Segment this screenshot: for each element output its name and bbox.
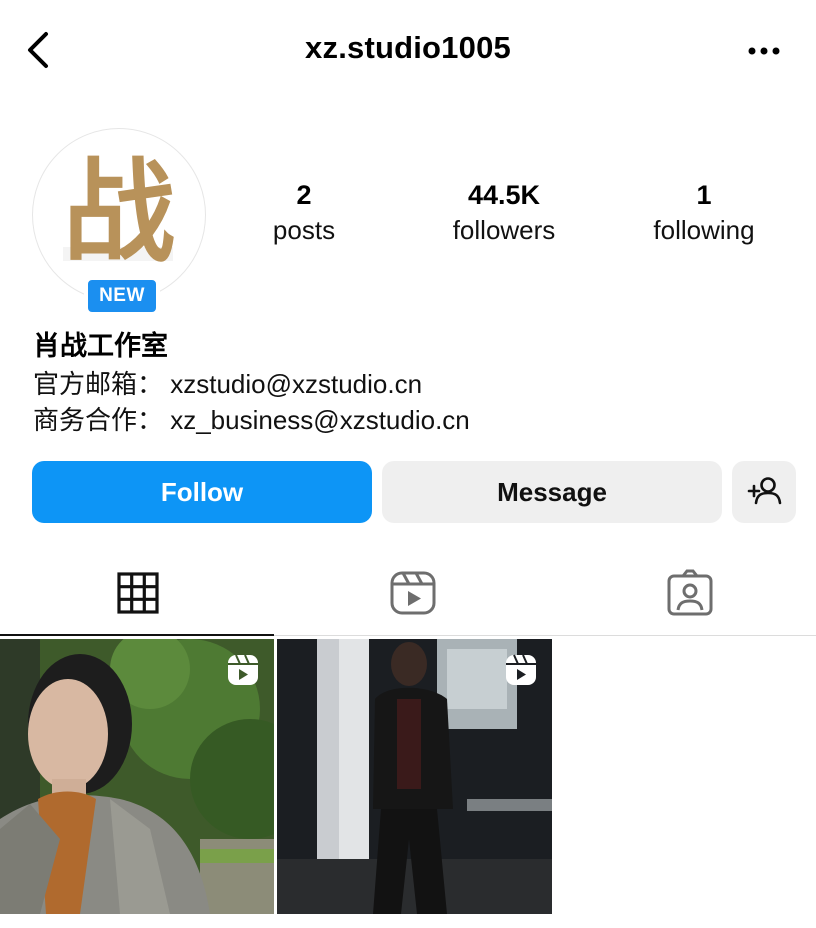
followers-stat[interactable]: 44.5K followers <box>404 180 604 250</box>
bio-official-email: 官方邮箱： xzstudio@xzstudio.cn <box>33 369 423 399</box>
post-thumbnail-2[interactable] <box>277 639 552 914</box>
following-label: following <box>653 215 755 245</box>
bio-business-email: 商务合作： xz_business@xzstudio.cn <box>33 405 470 435</box>
reel-indicator-icon <box>228 654 258 685</box>
reel-indicator-icon <box>506 654 536 685</box>
svg-text:战: 战 <box>63 148 175 278</box>
following-stat[interactable]: 1 following <box>604 180 804 250</box>
active-tab-indicator <box>0 634 274 636</box>
more-horizontal-icon <box>748 47 780 55</box>
followers-label: followers <box>452 215 556 245</box>
page-title: xz.studio1005 <box>305 30 511 65</box>
posts-label: posts <box>272 215 336 245</box>
new-badge: NEW <box>84 276 160 316</box>
tab-tagged[interactable] <box>552 560 816 634</box>
more-options-button[interactable] <box>744 34 784 68</box>
post-thumbnail-1[interactable] <box>0 639 274 914</box>
followers-count: 44.5K <box>467 180 541 210</box>
add-user-icon <box>747 477 782 505</box>
tagged-user-icon <box>667 569 713 616</box>
following-count: 1 <box>696 180 712 210</box>
reels-icon <box>390 571 436 615</box>
follow-button[interactable]: Follow <box>32 461 372 523</box>
tab-posts-grid[interactable] <box>0 560 274 634</box>
message-button[interactable]: Message <box>382 461 722 523</box>
posts-stat[interactable]: 2 posts <box>204 180 404 250</box>
tab-reels[interactable] <box>274 560 552 634</box>
profile-full-name: 肖战工作室 <box>33 331 168 361</box>
posts-count: 2 <box>296 180 312 210</box>
grid-icon <box>117 572 159 614</box>
suggested-users-button[interactable] <box>732 461 796 523</box>
